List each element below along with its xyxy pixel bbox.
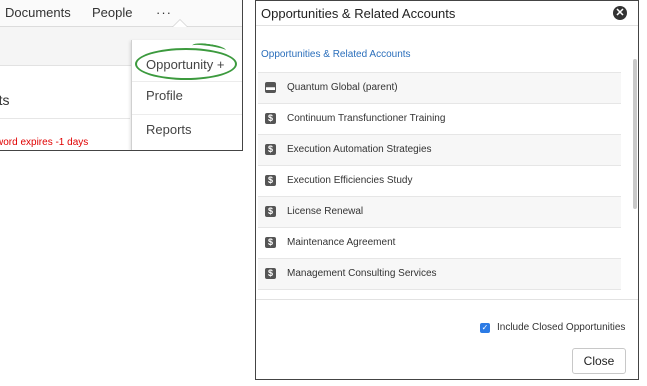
list-item[interactable]: $ Execution Automation Strategies: [258, 134, 621, 165]
close-icon[interactable]: ✕: [613, 6, 627, 20]
section-title: rts: [0, 92, 10, 108]
dialog-body: Opportunities & Related Accounts ▬ Quant…: [256, 26, 638, 299]
account-icon: ▬: [265, 82, 276, 93]
dialog-subtitle-link[interactable]: Opportunities & Related Accounts: [261, 49, 411, 60]
opportunities-dialog: Opportunities & Related Accounts ✕ Oppor…: [255, 0, 639, 380]
dialog-footer: ✓ Include Closed Opportunities Close: [256, 299, 638, 379]
include-closed-label[interactable]: Include Closed Opportunities: [497, 322, 625, 333]
menu-separator: [132, 114, 242, 115]
menu-item-profile[interactable]: Profile: [146, 88, 183, 103]
list-item[interactable]: $ Execution Efficiencies Study: [258, 165, 621, 196]
left-panel: Documents People ··· rts word expires -1…: [0, 0, 243, 151]
password-warning: word expires -1 days: [0, 137, 89, 148]
list-item[interactable]: $ Maintenance Agreement: [258, 227, 621, 258]
list-item-label: Maintenance Agreement: [287, 237, 396, 248]
dollar-icon: $: [265, 175, 276, 186]
dialog-header: Opportunities & Related Accounts ✕: [256, 1, 638, 26]
list-item[interactable]: ▬ Quantum Global (parent): [258, 72, 621, 103]
list-item-partial[interactable]: $: [258, 289, 621, 299]
list-item[interactable]: $ Management Consulting Services: [258, 258, 621, 289]
dollar-icon: $: [265, 113, 276, 124]
divider: [0, 118, 130, 119]
dialog-title: Opportunities & Related Accounts: [261, 6, 456, 21]
dollar-icon: $: [265, 144, 276, 155]
list-item[interactable]: $ License Renewal: [258, 196, 621, 227]
list-item-label: Quantum Global (parent): [287, 82, 398, 93]
more-dropdown-menu: Opportunity + Profile Reports: [131, 40, 242, 150]
nav-documents[interactable]: Documents: [5, 5, 71, 20]
top-nav: Documents People ···: [0, 0, 242, 27]
list-item-label: Execution Automation Strategies: [287, 144, 432, 155]
nav-people[interactable]: People: [92, 5, 132, 20]
menu-item-opportunity[interactable]: Opportunity +: [146, 57, 224, 72]
list-item-label: Execution Efficiencies Study: [287, 175, 413, 186]
dollar-icon: $: [265, 268, 276, 279]
menu-separator: [132, 81, 242, 82]
opportunity-list: ▬ Quantum Global (parent) $ Continuum Tr…: [258, 72, 621, 299]
dollar-icon: $: [265, 237, 276, 248]
list-item[interactable]: $ Continuum Transfunctioner Training: [258, 103, 621, 134]
dollar-icon: $: [265, 206, 276, 217]
more-menu-icon[interactable]: ···: [156, 5, 172, 20]
dropdown-caret: [173, 20, 187, 27]
list-item-label: Continuum Transfunctioner Training: [287, 113, 446, 124]
list-item-label: Management Consulting Services: [287, 268, 437, 279]
list-scrollbar[interactable]: [633, 59, 637, 209]
include-closed-checkbox[interactable]: ✓: [480, 323, 490, 333]
close-button[interactable]: Close: [572, 348, 626, 374]
menu-item-reports[interactable]: Reports: [146, 122, 192, 137]
list-item-label: License Renewal: [287, 206, 364, 217]
